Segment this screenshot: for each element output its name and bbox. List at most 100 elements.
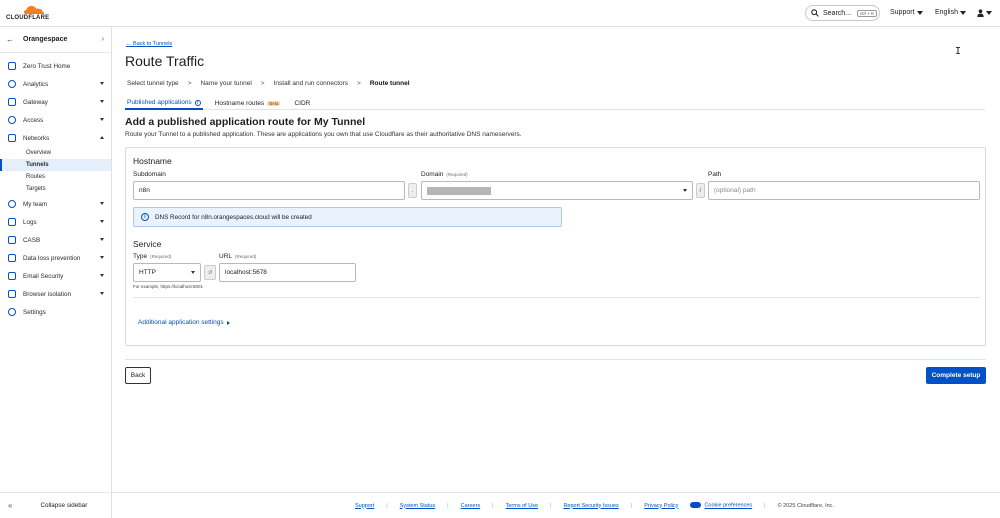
user-menu[interactable]	[977, 9, 992, 17]
beta-badge: Beta	[267, 101, 281, 106]
search-button[interactable]: Search... ctrl + K	[805, 5, 880, 21]
footer-link-support[interactable]: Support	[355, 503, 374, 509]
setup-steps: Select tunnel type > Name your tunnel > …	[127, 80, 410, 87]
service-heading: Service	[133, 239, 162, 249]
back-arrow-icon[interactable]: ←	[6, 35, 14, 44]
footer-link-terms[interactable]: Terms of Use	[506, 503, 538, 509]
service-type-select[interactable]: HTTP	[133, 263, 201, 282]
required-tag: (Required)	[150, 254, 172, 259]
cloud-logo-icon	[24, 6, 45, 14]
chevron-down-icon	[100, 292, 104, 295]
sidebar-item-label: Zero Trust Home	[23, 62, 71, 70]
cookie-preferences-label: Cookie preferences	[704, 502, 753, 509]
sidebar-item-data-loss-prevention[interactable]: Data loss prevention	[0, 249, 111, 267]
domain-select[interactable]	[421, 181, 693, 200]
domain-label: Domain (Required)	[421, 171, 468, 178]
additional-settings-toggle[interactable]: Additional application settings	[138, 319, 230, 326]
subdomain-input[interactable]: n8n	[133, 181, 405, 200]
tab-published-applications[interactable]: Published applications i	[125, 97, 203, 110]
chevron-down-icon	[100, 100, 104, 103]
sidebar-item-networks[interactable]: Networks	[0, 129, 111, 147]
cloudflare-logo[interactable]: CLOUDFLARE	[6, 4, 56, 22]
chevron-down-icon	[986, 11, 992, 15]
service-url-input[interactable]: localhost:5678	[219, 263, 356, 282]
chevron-down-icon	[683, 189, 687, 192]
tab-label: Hostname routes	[214, 100, 265, 107]
section-description: Route your Tunnel to a published applica…	[125, 131, 522, 138]
sidebar-subitem-targets[interactable]: Targets	[0, 183, 111, 195]
account-switcher[interactable]: ← Orangespace ›	[0, 27, 111, 53]
tab-hostname-routes[interactable]: Hostname routes Beta	[213, 97, 283, 110]
footer-divider: |	[630, 502, 633, 509]
sidebar-item-logs[interactable]: Logs	[0, 213, 111, 231]
sidebar-item-settings[interactable]: Settings	[0, 303, 111, 321]
cookie-preferences-link[interactable]: Cookie preferences	[690, 502, 753, 509]
sidebar-item-label: Gateway	[23, 98, 48, 106]
top-bar: CLOUDFLARE Search... ctrl + K Support En…	[0, 0, 1000, 27]
path-input[interactable]: (optional) path	[708, 181, 980, 200]
sidebar-item-my-team[interactable]: My team	[0, 195, 111, 213]
sidebar-subitem-overview[interactable]: Overview	[0, 147, 111, 159]
support-menu[interactable]: Support	[890, 9, 923, 16]
logo-text: CLOUDFLARE	[6, 15, 50, 21]
text-cursor-icon: I	[955, 46, 962, 57]
sidebar-item-label: Data loss prevention	[23, 254, 81, 262]
footer-divider: |	[764, 502, 766, 509]
account-name: Orangespace	[23, 36, 68, 43]
gateway-icon	[8, 98, 16, 106]
info-icon: i	[194, 99, 201, 106]
additional-settings-label: Additional application settings	[138, 319, 224, 326]
email-icon	[8, 272, 16, 280]
route-tabs: Published applications i Hostname routes…	[125, 97, 985, 110]
url-label-text: URL	[219, 253, 233, 260]
sidebar-item-gateway[interactable]: Gateway	[0, 93, 111, 111]
footer-divider: |	[386, 502, 388, 509]
user-icon	[977, 9, 984, 17]
domain-label-text: Domain	[421, 171, 444, 178]
chevron-down-icon	[100, 238, 104, 241]
footer-divider: |	[550, 502, 552, 509]
back-to-tunnels-link[interactable]: ← Back to Tunnels	[126, 41, 172, 47]
type-label-text: Type	[133, 253, 148, 260]
browser-icon	[8, 290, 16, 298]
collapse-sidebar-button[interactable]: « Collapse sidebar	[0, 492, 111, 518]
sidebar-item-label: Settings	[23, 308, 46, 316]
sidebar-item-label: Access	[23, 116, 44, 124]
language-menu[interactable]: English	[935, 9, 966, 16]
double-chevron-left-icon: «	[8, 501, 13, 510]
step-separator: >	[357, 80, 361, 87]
chevron-down-icon	[959, 10, 966, 15]
main-content: ← Back to Tunnels Route Traffic Select t…	[112, 27, 1000, 492]
sidebar-item-browser-isolation[interactable]: Browser isolation	[0, 285, 111, 303]
analytics-icon	[8, 80, 16, 88]
search-icon	[811, 9, 819, 17]
service-type-value: HTTP	[139, 269, 156, 276]
footer-link-careers[interactable]: Careers	[461, 503, 481, 509]
back-button[interactable]: Back	[125, 367, 151, 384]
team-icon	[8, 200, 16, 208]
complete-setup-button[interactable]: Complete setup	[926, 367, 986, 384]
tab-cidr[interactable]: CIDR	[292, 97, 312, 110]
footer-link-system-status[interactable]: System Status	[400, 503, 435, 509]
tab-label: CIDR	[294, 100, 311, 107]
type-label: Type (Required)	[133, 253, 171, 260]
sidebar-item-zero-trust-home[interactable]: Zero Trust Home	[0, 57, 111, 75]
footer-link-privacy[interactable]: Privacy Policy	[644, 503, 678, 509]
logs-icon	[8, 218, 16, 226]
chevron-down-icon	[100, 256, 104, 259]
copyright-text: © 2025 Cloudflare, Inc.	[777, 502, 834, 509]
chevron-right-icon: ›	[101, 36, 104, 43]
footer-link-report-security[interactable]: Report Security Issues	[563, 503, 618, 509]
sidebar-item-analytics[interactable]: Analytics	[0, 75, 111, 93]
sidebar-subitem-routes[interactable]: Routes	[0, 171, 111, 183]
dns-record-notice-text: DNS Record for n8n.orangespaces.cloud wi…	[155, 213, 312, 221]
sidebar-item-email-security[interactable]: Email Security	[0, 267, 111, 285]
chevron-down-icon	[916, 10, 923, 15]
sidebar-nav: Zero Trust Home Analytics Gateway Access…	[0, 57, 111, 321]
url-label: URL (Required)	[219, 253, 256, 260]
sidebar-item-access[interactable]: Access	[0, 111, 111, 129]
networks-icon	[8, 134, 16, 142]
sidebar-subitem-tunnels[interactable]: Tunnels	[0, 159, 111, 171]
dlp-icon	[8, 254, 16, 262]
sidebar-item-casb[interactable]: CASB	[0, 231, 111, 249]
